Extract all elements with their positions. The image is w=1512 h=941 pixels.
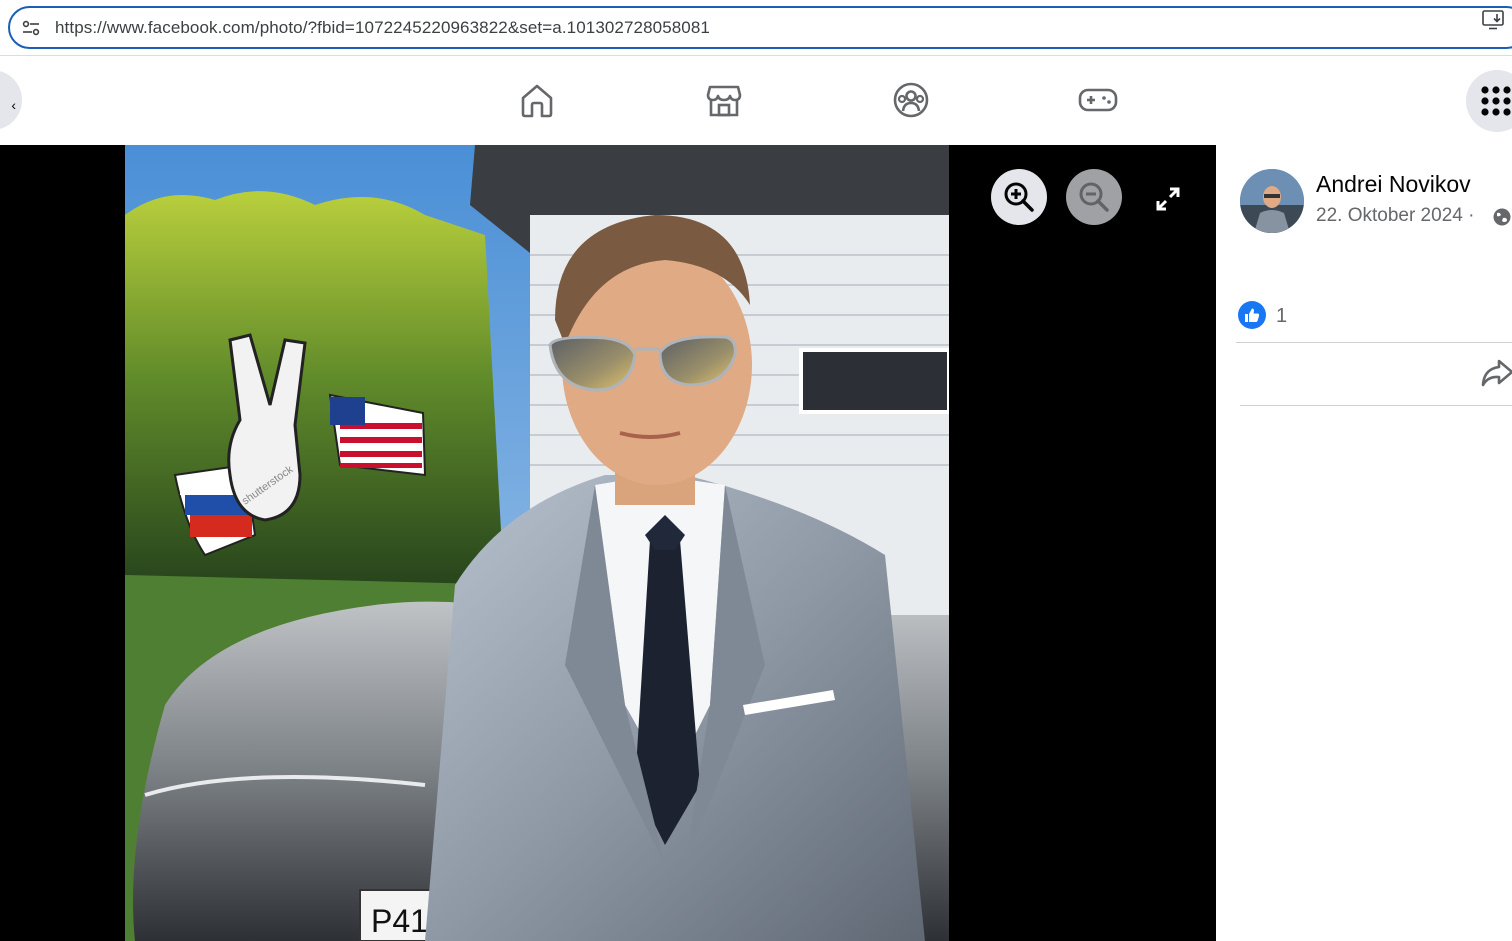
facebook-top-nav: ‹ [0,56,1512,145]
zoom-out-icon [1079,182,1109,212]
address-bar[interactable]: https://www.facebook.com/photo/?fbid=107… [8,6,1512,49]
photo-illustration: P411 shutterstock [125,145,949,941]
apps-menu-button[interactable] [1466,70,1512,132]
divider [1236,342,1512,343]
home-icon [521,84,553,118]
back-button[interactable]: ‹ [0,70,22,130]
browser-toolbar: https://www.facebook.com/photo/?fbid=107… [0,0,1512,56]
like-icon [1245,308,1260,322]
photo-viewer: P411 shutterstock [0,145,1216,941]
tune-icon[interactable] [22,20,40,36]
share-icon[interactable] [1480,357,1512,389]
gaming-icon [1078,88,1118,112]
zoom-in-button[interactable] [991,169,1047,225]
post-photo[interactable]: P411 shutterstock [125,145,949,941]
nav-home[interactable] [517,80,557,120]
nav-groups[interactable] [891,80,931,120]
globe-icon [1493,208,1511,226]
post-details-panel: Andrei Novikov 22. Oktober 2024 · 1 [1216,145,1512,941]
fullscreen-icon [1156,187,1180,211]
zoom-in-icon [1004,182,1034,212]
like-reaction[interactable] [1238,301,1266,329]
apps-grid-icon [1481,86,1511,116]
back-glyph: ‹ [11,97,16,113]
post-date[interactable]: 22. Oktober 2024 · [1316,205,1474,227]
author-name[interactable]: Andrei Novikov [1316,171,1471,198]
marketplace-icon [706,85,742,117]
nav-marketplace[interactable] [704,80,744,120]
fullscreen-button[interactable] [1150,181,1186,217]
avatar[interactable] [1240,169,1304,233]
divider [1240,405,1512,406]
like-count[interactable]: 1 [1276,305,1287,328]
nav-gaming[interactable] [1078,80,1118,120]
avatar-image [1240,169,1304,233]
groups-icon [893,82,929,118]
zoom-out-button[interactable] [1066,169,1122,225]
install-app-icon[interactable] [1482,10,1504,30]
url-text[interactable]: https://www.facebook.com/photo/?fbid=107… [55,18,710,38]
